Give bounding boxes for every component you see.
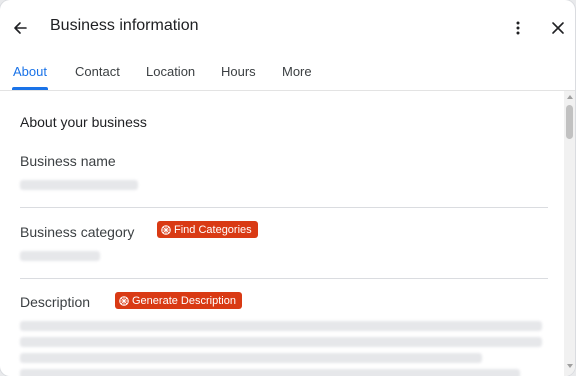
- description-text-line[interactable]: [20, 321, 542, 331]
- tab-location[interactable]: Location: [146, 64, 195, 79]
- divider: [20, 278, 548, 279]
- divider: [20, 207, 548, 208]
- description-text-line[interactable]: [20, 337, 542, 347]
- close-button[interactable]: [544, 14, 572, 42]
- more-vert-icon: [516, 21, 520, 35]
- business-name-value[interactable]: [20, 180, 138, 190]
- scrollbar[interactable]: [564, 91, 575, 376]
- generate-description-button[interactable]: Generate Description: [115, 292, 242, 309]
- tab-bar: About Contact Location Hours More: [0, 56, 575, 91]
- business-name-label: Business name: [20, 153, 116, 169]
- tab-contact[interactable]: Contact: [75, 64, 120, 79]
- find-categories-label: Find Categories: [174, 223, 252, 236]
- close-icon: [552, 22, 564, 34]
- arrow-back-icon: [14, 22, 27, 34]
- description-text-line[interactable]: [20, 369, 520, 376]
- business-information-dialog: Business information About Contact Locat…: [0, 0, 575, 376]
- section-title: About your business: [20, 114, 147, 130]
- scroll-thumb[interactable]: [566, 105, 573, 139]
- active-tab-indicator: [12, 87, 48, 90]
- extension-logo-icon: [119, 295, 129, 306]
- business-category-label: Business category: [20, 224, 135, 240]
- back-button[interactable]: [6, 14, 34, 42]
- tab-about[interactable]: About: [13, 64, 47, 79]
- find-categories-button[interactable]: Find Categories: [157, 221, 258, 238]
- dialog-title: Business information: [50, 17, 199, 34]
- description-label: Description: [20, 294, 91, 310]
- dialog-header: Business information: [0, 0, 575, 56]
- about-section: About your business Business name Busine…: [0, 91, 564, 376]
- scroll-up-arrow-icon[interactable]: [567, 95, 573, 99]
- extension-logo-icon: [161, 224, 171, 235]
- description-text-line[interactable]: [20, 353, 482, 363]
- tab-more[interactable]: More: [282, 64, 312, 79]
- tab-hours[interactable]: Hours: [221, 64, 256, 79]
- business-category-value[interactable]: [20, 251, 100, 261]
- scroll-down-arrow-icon[interactable]: [567, 364, 573, 368]
- more-options-button[interactable]: [504, 14, 532, 42]
- generate-description-label: Generate Description: [132, 294, 236, 307]
